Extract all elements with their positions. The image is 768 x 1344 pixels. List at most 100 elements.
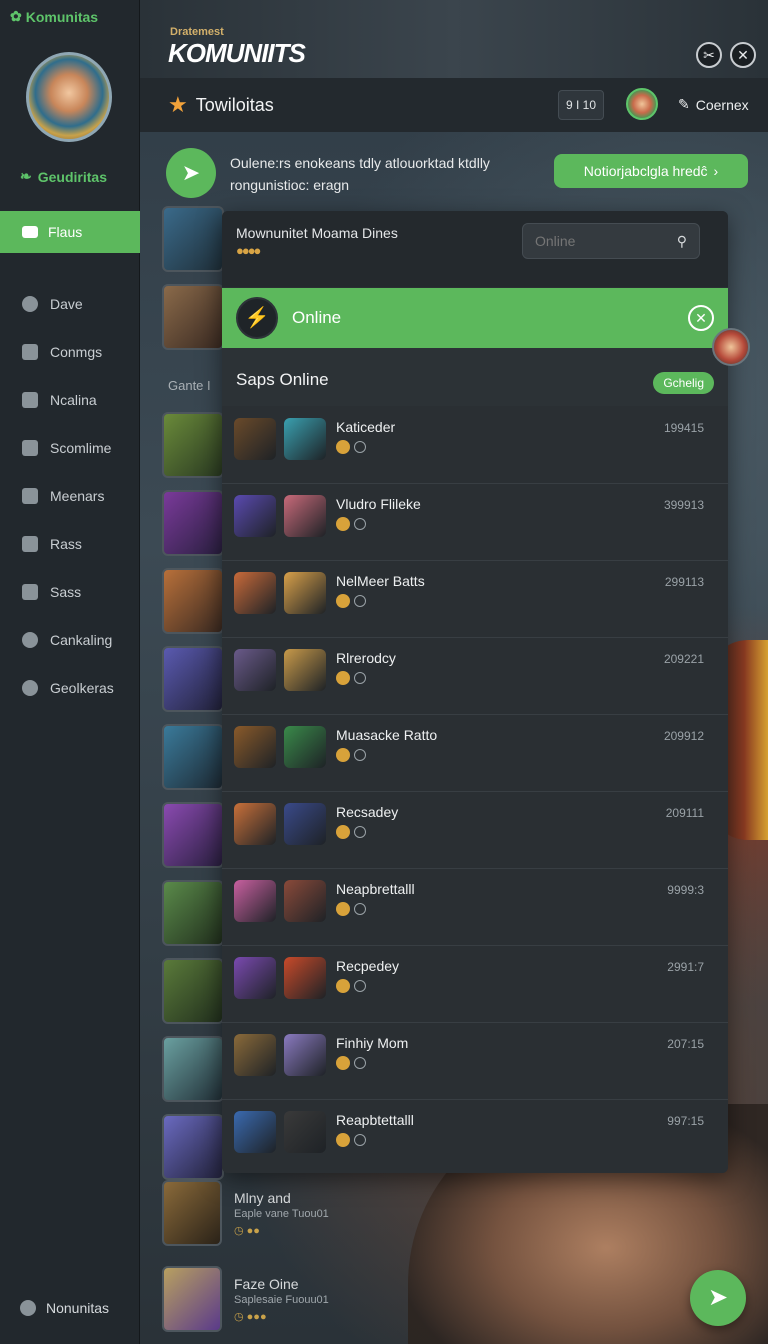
table-row[interactable]: Vludro Flileke 399913 bbox=[222, 484, 728, 561]
game-thumb[interactable] bbox=[162, 284, 224, 350]
sidebar-item[interactable]: Scomlime bbox=[0, 424, 140, 472]
list-item-title: Faze Oine bbox=[234, 1276, 299, 1292]
folder-icon bbox=[22, 584, 38, 600]
sidebar-item[interactable]: Rass bbox=[0, 520, 140, 568]
clock-icon bbox=[354, 748, 366, 761]
sidebar-item-label: Meenars bbox=[50, 488, 105, 504]
player-name: Recpedey bbox=[336, 958, 400, 974]
close-icon[interactable]: ✕ bbox=[688, 305, 714, 331]
player-name: Rlrerodcy bbox=[336, 650, 396, 666]
sidebar-item[interactable]: Sass bbox=[0, 568, 140, 616]
sidebar-item-active[interactable]: Flaus bbox=[0, 211, 140, 253]
avatar[interactable] bbox=[626, 88, 658, 120]
table-row[interactable]: Katiceder 199415 bbox=[222, 407, 728, 484]
player-name: Reapbtettalll bbox=[336, 1112, 414, 1128]
game-thumb[interactable] bbox=[162, 568, 224, 634]
section-pill-button[interactable]: Gchelig bbox=[653, 372, 714, 394]
sidebar-item-label: Ncalina bbox=[50, 392, 97, 408]
player-name: Recsadey bbox=[336, 804, 399, 820]
coin-icon bbox=[336, 747, 350, 762]
online-banner[interactable]: ⚡ Online ✕ bbox=[222, 288, 728, 348]
game-thumb[interactable] bbox=[162, 646, 224, 712]
player-name: Katiceder bbox=[336, 419, 396, 435]
page-title: ★ Towiloitas bbox=[168, 92, 274, 118]
brand[interactable]: ✿ Komunitas bbox=[10, 8, 98, 25]
table-row[interactable]: Finhiy Mom 207:15 bbox=[222, 1023, 728, 1100]
avatar[interactable] bbox=[26, 52, 112, 142]
sidebar-item[interactable]: Cankaling bbox=[0, 616, 140, 664]
character-icon bbox=[284, 495, 326, 537]
player-meta bbox=[336, 516, 366, 531]
grid-icon bbox=[22, 536, 38, 552]
tools-icon[interactable]: ✂ bbox=[696, 42, 722, 68]
game-icon bbox=[234, 726, 276, 768]
player-name: NelMeer Batts bbox=[336, 573, 425, 589]
game-thumb bbox=[162, 1266, 222, 1332]
player-score: 399913 bbox=[663, 498, 704, 512]
search-box[interactable]: ⚲ bbox=[522, 223, 700, 259]
list-item[interactable]: Faze Oine Saplesaie Fuouu01 ◷ ●●● bbox=[162, 1266, 362, 1336]
game-icon bbox=[234, 572, 276, 614]
close-icon[interactable]: ✕ bbox=[730, 42, 756, 68]
header-badge[interactable]: 9 I 10 bbox=[558, 90, 604, 120]
list-item-title: Mlny and bbox=[234, 1190, 291, 1206]
sidebar-item-label: Geolkeras bbox=[50, 680, 114, 696]
clock-icon bbox=[354, 1133, 366, 1146]
avatar[interactable] bbox=[712, 328, 750, 366]
table-row[interactable]: Muasacke Ratto 209912 bbox=[222, 715, 728, 792]
table-row[interactable]: Recpedey 2991:7 bbox=[222, 946, 728, 1023]
table-row[interactable]: Rlrerodcy 209221 bbox=[222, 638, 728, 715]
panel-top: Mownunitet Moama Dines ●●●● ⚲ bbox=[222, 211, 728, 287]
game-thumb[interactable] bbox=[162, 802, 224, 868]
sidebar-item[interactable]: Geolkeras bbox=[0, 664, 140, 712]
search-icon[interactable]: ⚲ bbox=[677, 233, 687, 250]
header-bar: ★ Towiloitas 9 I 10 ✎ Coernex bbox=[140, 78, 768, 132]
player-score: 207:15 bbox=[667, 1037, 704, 1051]
table-row[interactable]: Reapbtettalll 997:15 bbox=[222, 1100, 728, 1173]
game-thumb[interactable] bbox=[162, 206, 224, 272]
game-thumb[interactable] bbox=[162, 1036, 224, 1102]
section-header: Saps Online Gchelig bbox=[222, 348, 728, 406]
player-score: 209221 bbox=[663, 652, 704, 666]
sidebar-item[interactable]: Meenars bbox=[0, 472, 140, 520]
player-score: 209111 bbox=[665, 806, 704, 820]
game-thumb[interactable] bbox=[162, 1114, 224, 1180]
online-panel: Mownunitet Moama Dines ●●●● ⚲ ⚡ Online ✕… bbox=[222, 211, 728, 1173]
list-section-label: Gante I bbox=[168, 378, 211, 393]
list-item[interactable]: Mlny and Eaple vane Tuou01 ◷ ●● bbox=[162, 1180, 362, 1250]
game-thumb[interactable] bbox=[162, 958, 224, 1024]
leaf-icon: ❧ bbox=[20, 168, 32, 184]
table-row[interactable]: NelMeer Batts 299113 bbox=[222, 561, 728, 638]
game-thumb[interactable] bbox=[162, 880, 224, 946]
game-thumb[interactable] bbox=[162, 724, 224, 790]
character-icon bbox=[284, 649, 326, 691]
coin-icon bbox=[336, 978, 350, 993]
player-score: 199415 bbox=[663, 421, 704, 435]
fab-button[interactable]: ➤ bbox=[690, 1270, 746, 1326]
sidebar-item[interactable]: Dave bbox=[0, 280, 140, 328]
sidebar-item[interactable]: Ncalina bbox=[0, 376, 140, 424]
table-row[interactable]: Recsadey 209111 bbox=[222, 792, 728, 869]
sidebar-item-label: Dave bbox=[50, 296, 83, 312]
player-meta bbox=[336, 439, 366, 454]
sidebar-section-label: ❧ Geudiritas bbox=[20, 168, 107, 185]
star-icon: ★ bbox=[168, 92, 188, 117]
game-thumb[interactable] bbox=[162, 412, 224, 478]
search-input[interactable] bbox=[535, 233, 655, 249]
coin-icon bbox=[336, 1132, 350, 1147]
online-label: Online bbox=[292, 308, 342, 327]
sidebar-item-label: Sass bbox=[50, 584, 82, 600]
coin-icon bbox=[336, 670, 350, 685]
sidebar-bottom-label: Nonunitas bbox=[46, 1300, 110, 1316]
clock-icon bbox=[354, 440, 366, 453]
banner-title: KOMUNIITS bbox=[168, 38, 306, 68]
sidebar-bottom[interactable]: Nonunitas bbox=[20, 1300, 109, 1316]
announcement-button[interactable]: Notiorjabclgla hredĉ › bbox=[554, 154, 748, 188]
sidebar-item[interactable]: Conmgs bbox=[0, 328, 140, 376]
player-name: Muasacke Ratto bbox=[336, 727, 438, 743]
clock-icon bbox=[354, 902, 366, 915]
game-thumb[interactable] bbox=[162, 490, 224, 556]
chevron-right-icon: › bbox=[713, 163, 719, 179]
user-menu[interactable]: ✎ Coernex bbox=[678, 96, 749, 113]
table-row[interactable]: Neapbrettalll 9999:3 bbox=[222, 869, 728, 946]
